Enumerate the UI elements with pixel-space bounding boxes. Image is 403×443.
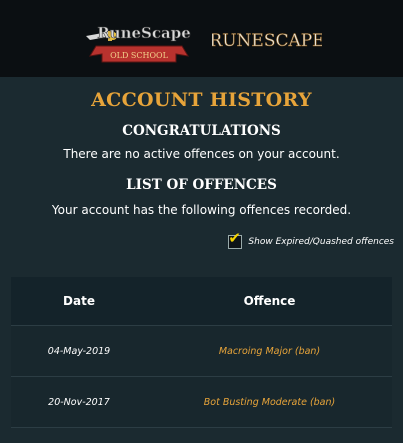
show-expired-filter[interactable]: ✔ Show Expired/Quashed offences xyxy=(228,231,394,250)
date-column-header[interactable]: Date xyxy=(11,294,147,308)
show-expired-label[interactable]: Show Expired/Quashed offences xyxy=(248,237,394,247)
show-expired-checkbox[interactable]: ✔ xyxy=(228,231,243,249)
offence-name[interactable]: Bot Busting Moderate (ban) xyxy=(147,397,392,408)
table-row: 20-Nov-2017 Bot Busting Moderate (ban) xyxy=(11,377,392,428)
offences-recorded-message: Your account has the following offences … xyxy=(51,203,352,217)
old-school-runescape-logo[interactable]: OLD SCHOOL RuneScape xyxy=(78,6,200,64)
page-title: ACCOUNT HISTORY xyxy=(91,89,312,111)
list-of-offences-heading: LIST OF OFFENCES xyxy=(126,177,277,193)
runescape-logo[interactable]: RUNESCAPE xyxy=(212,24,322,54)
osrs-logo-text: RuneScape xyxy=(97,24,191,42)
offence-column-header[interactable]: Offence xyxy=(147,294,392,308)
offence-date: 04-May-2019 xyxy=(47,345,111,357)
offences-table: Date Offence 04-May-2019 Macroing Major … xyxy=(11,277,392,428)
table-header: Date Offence xyxy=(11,277,392,326)
offence-name[interactable]: Macroing Major (ban) xyxy=(147,346,392,357)
check-icon: ✔ xyxy=(228,229,241,247)
congratulations-heading: CONGRATULATIONS xyxy=(122,123,281,139)
table-row: 04-May-2019 Macroing Major (ban) xyxy=(11,326,392,377)
top-bar: OLD SCHOOL RuneScape RUNESCAPE xyxy=(0,0,403,77)
runescape-logo-text: RUNESCAPE xyxy=(212,31,322,51)
old-school-ribbon-text: OLD SCHOOL xyxy=(110,51,169,60)
no-active-offences-message: There are no active offences on your acc… xyxy=(63,147,340,161)
offence-date: 20-Nov-2017 xyxy=(48,396,110,408)
